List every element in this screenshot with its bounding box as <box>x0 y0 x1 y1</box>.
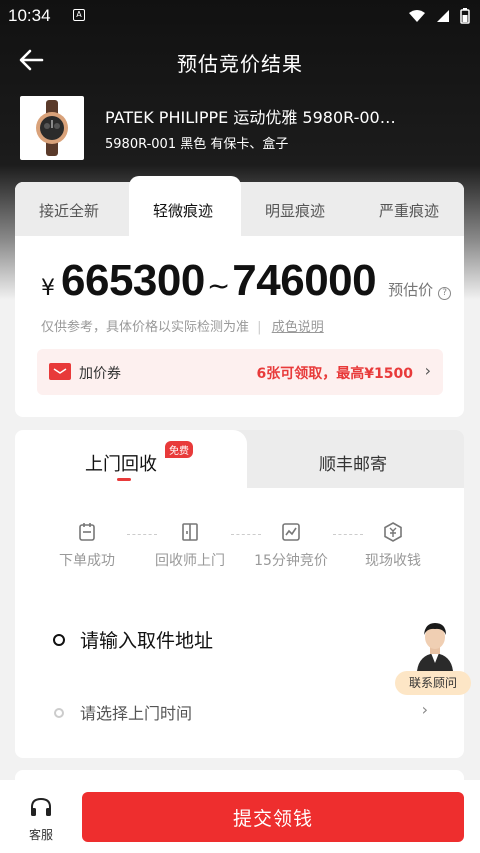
condition-tabs: 接近全新 轻微痕迹 明显痕迹 严重痕迹 <box>15 176 464 238</box>
price-card: 接近全新 轻微痕迹 明显痕迹 严重痕迹 ¥ 665300 ~ 746000 预估… <box>15 176 464 417</box>
chevron-right-icon: › <box>424 361 431 380</box>
product-thumbnail <box>20 96 84 160</box>
coupon-icon <box>49 363 71 380</box>
submit-button[interactable]: 提交领钱 <box>82 792 464 842</box>
time-dot <box>54 708 64 718</box>
free-badge: 免费 <box>165 441 193 458</box>
condition-tab-heavy-wear[interactable]: 严重痕迹 <box>379 200 439 221</box>
condition-tab-visible-wear[interactable]: 明显痕迹 <box>265 200 325 221</box>
chevron-right-icon: › <box>421 700 428 719</box>
battery-icon <box>460 8 470 24</box>
service-tabs: 上门回收 免费 顺丰邮寄 <box>15 430 464 488</box>
status-time: 10:34 <box>8 6 51 25</box>
status-indicator: A <box>73 9 85 21</box>
price-low: 665300 <box>61 256 205 305</box>
estimated-price: ¥ 665300 ~ 746000 预估价 ? <box>41 256 452 306</box>
price-high: 746000 <box>232 256 377 305</box>
condition-tab-slight-wear[interactable]: 轻微痕迹 <box>153 200 213 221</box>
coupon-label: 加价券 <box>79 366 121 382</box>
condition-guide-link[interactable]: 成色说明 <box>272 320 324 335</box>
tab-door-pickup[interactable]: 上门回收 <box>85 450 157 476</box>
customer-service-button[interactable]: 客服 <box>16 796 66 843</box>
bottom-bar: 客服 提交领钱 <box>0 780 480 853</box>
status-icons <box>408 8 470 24</box>
coupon-bar[interactable]: 加价券 6张可领取，最高¥1500 › <box>37 349 443 395</box>
step-label: 回收师上门 <box>155 553 225 569</box>
help-icon[interactable]: ? <box>438 287 452 300</box>
step-payment: 现场收钱 <box>348 522 438 570</box>
contact-advisor-button[interactable]: 联系顾问 <box>395 615 471 697</box>
step-label: 15分钟竞价 <box>254 553 328 569</box>
watch-image <box>36 100 68 156</box>
pickup-address-label: 请输入取件地址 <box>80 630 214 652</box>
price-disclaimer: 仅供参考，具体价格以实际检测为准 <box>41 320 250 335</box>
product-subtitle: 5980R-001 黑色 有保卡、盒子 <box>105 137 289 152</box>
pickup-address-row[interactable]: 请输入取件地址 <box>53 626 433 656</box>
condition-tab-like-new[interactable]: 接近全新 <box>39 200 99 221</box>
order-icon <box>79 523 95 541</box>
nav-bar: 预估竞价结果 <box>0 40 480 84</box>
chart-icon <box>282 523 300 541</box>
page-title: 预估竞价结果 <box>177 52 303 76</box>
step-bidding: 15分钟竞价 <box>246 522 336 570</box>
money-icon <box>384 522 402 542</box>
active-tab-indicator <box>117 478 131 481</box>
note-separator: | <box>257 320 262 335</box>
address-dot <box>53 634 65 646</box>
headset-icon <box>31 797 51 816</box>
advisor-avatar <box>417 623 453 671</box>
advisor-label: 联系顾问 <box>395 671 471 695</box>
step-label: 现场收钱 <box>365 553 421 569</box>
door-icon <box>182 523 198 541</box>
pickup-time-row[interactable]: 请选择上门时间 › <box>53 700 433 726</box>
step-order: 下单成功 <box>42 522 132 570</box>
step-label: 下单成功 <box>59 553 115 569</box>
pickup-time-label: 请选择上门时间 <box>80 704 193 723</box>
product-title: PATEK PHILIPPE 运动优雅 5980R-00… <box>105 108 396 127</box>
estimated-price-label: 预估价 <box>388 281 434 299</box>
coupon-info: 6张可领取，最高¥1500 <box>256 366 413 382</box>
customer-service-label: 客服 <box>28 828 53 842</box>
product-summary[interactable]: PATEK PHILIPPE 运动优雅 5980R-00… 5980R-001 … <box>20 96 470 160</box>
step-door: 回收师上门 <box>145 522 235 570</box>
status-bar: 10:34 A <box>0 0 480 34</box>
signal-icon <box>437 10 449 22</box>
price-separator: ~ <box>206 269 231 302</box>
price-note: 仅供参考，具体价格以实际检测为准 | 成色说明 <box>41 316 324 335</box>
service-card: 上门回收 免费 顺丰邮寄 下单成功 回收师上门 15分钟竞价 现场收钱 请输入取… <box>15 430 464 758</box>
currency-symbol: ¥ <box>41 276 55 301</box>
tab-mail-in[interactable]: 顺丰邮寄 <box>319 450 387 475</box>
wifi-icon <box>409 10 425 22</box>
